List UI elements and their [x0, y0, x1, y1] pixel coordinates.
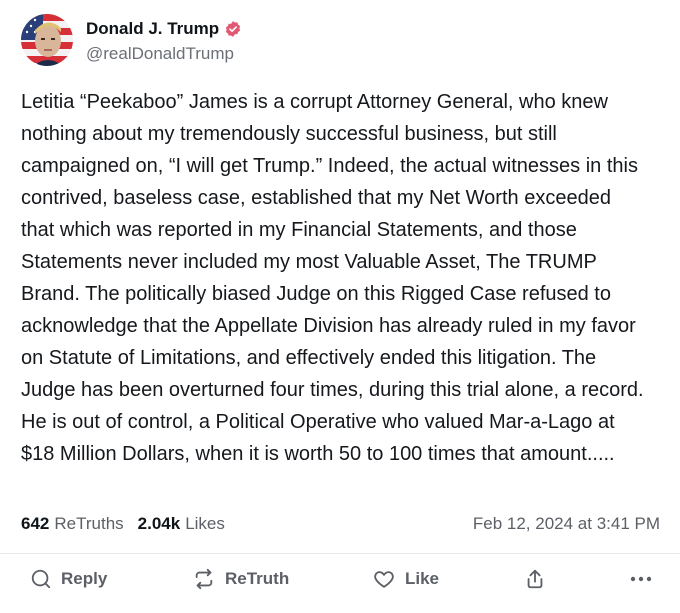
likes-stat[interactable]: 2.04k Likes: [138, 514, 225, 534]
post-timestamp[interactable]: Feb 12, 2024 at 3:41 PM: [473, 514, 660, 534]
like-button[interactable]: Like: [372, 568, 439, 590]
avatar[interactable]: [21, 14, 73, 66]
retruth-label: ReTruth: [225, 569, 290, 588]
share-icon: [524, 568, 546, 590]
retruth-button[interactable]: ReTruth: [192, 568, 289, 590]
post-header: Donald J. Trump @realDonaldTrump: [21, 14, 242, 66]
retruths-label: ReTruths: [54, 514, 124, 533]
retruth-icon: [192, 568, 216, 590]
name-row: Donald J. Trump: [86, 17, 242, 41]
likes-label: Likes: [185, 514, 225, 533]
author-display-name[interactable]: Donald J. Trump: [86, 19, 219, 39]
post-body-text: Letitia “Peekaboo” James is a corrupt At…: [21, 91, 644, 465]
verified-badge-icon: [224, 20, 242, 38]
retruths-stat[interactable]: 642 ReTruths: [21, 514, 124, 534]
like-label: Like: [405, 569, 440, 588]
more-icon: [630, 576, 652, 582]
reply-icon: [30, 568, 52, 590]
retruths-count: 642: [21, 514, 50, 533]
reply-button[interactable]: Reply: [30, 568, 107, 590]
action-bar: Reply ReTruth Like: [0, 554, 680, 613]
author-identity: Donald J. Trump @realDonaldTrump: [86, 17, 242, 64]
reply-label: Reply: [61, 569, 108, 588]
post-stats: 642 ReTruths 2.04k Likes: [21, 514, 239, 534]
post-card: Donald J. Trump @realDonaldTrump Letitia…: [0, 0, 680, 613]
likes-count: 2.04k: [137, 514, 181, 533]
author-handle[interactable]: @realDonaldTrump: [86, 44, 242, 64]
more-options-button[interactable]: [630, 576, 652, 582]
share-button[interactable]: [524, 568, 546, 590]
like-icon: [372, 568, 396, 590]
